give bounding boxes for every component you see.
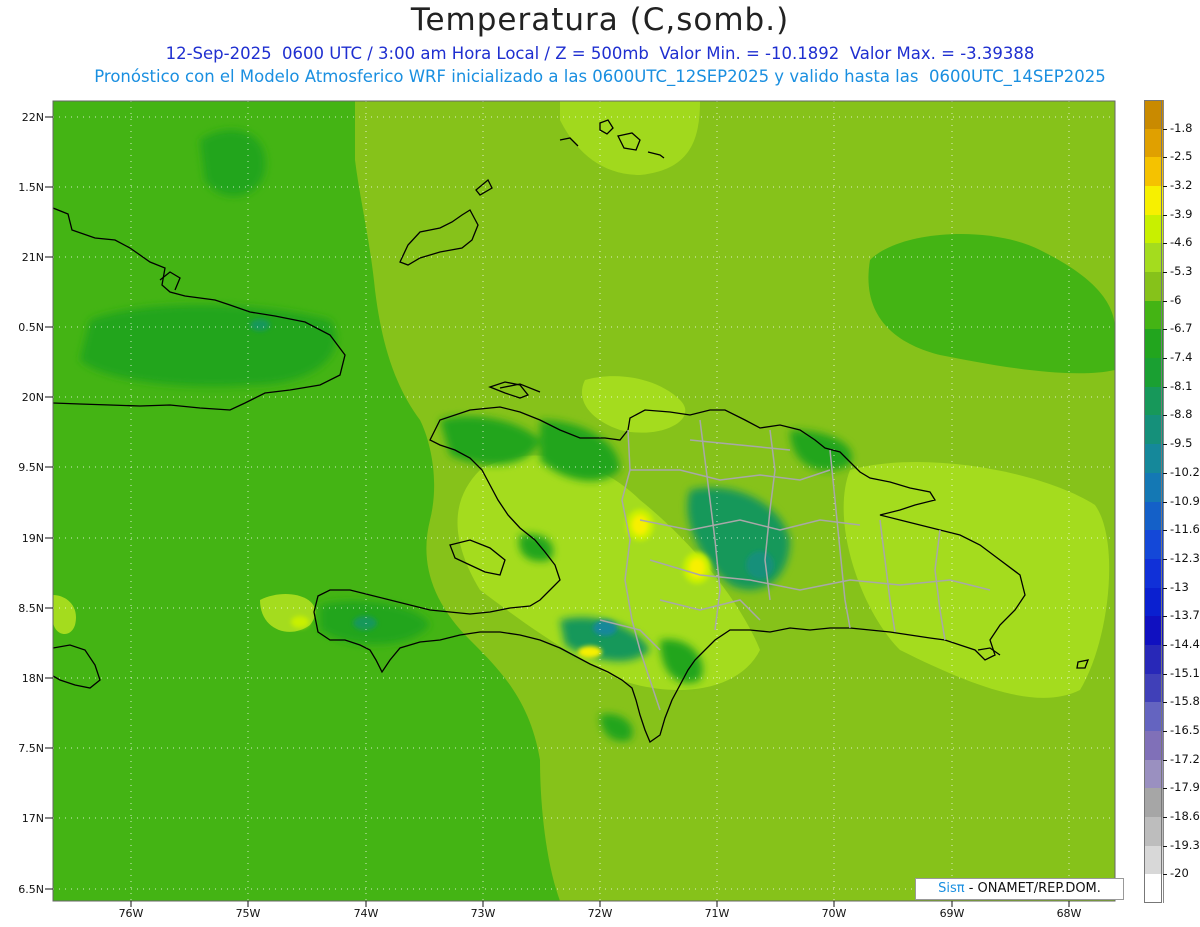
lat-label: 0.5N [18, 321, 44, 334]
colorbar-label: -18.6 [1170, 808, 1200, 823]
colorbar-tick [1163, 128, 1167, 130]
lon-label: 76W [119, 907, 144, 920]
colorbar-tick [1163, 702, 1167, 704]
colorbar-tick [1163, 214, 1167, 216]
colorbar-label: -14.4 [1170, 636, 1200, 651]
colorbar-label: -15.8 [1170, 694, 1200, 709]
colorbar-label: -8.1 [1170, 378, 1193, 393]
colorbar-tick [1163, 673, 1167, 675]
colorbar-label: -1.8 [1170, 120, 1193, 135]
colorbar-label: -8.8 [1170, 407, 1193, 422]
colorbar-tick [1163, 243, 1167, 245]
credit-box: Sisπ - ONAMET/REP.DOM. [915, 878, 1124, 900]
colorbar-tick [1163, 186, 1167, 188]
lon-label: 71W [705, 907, 730, 920]
colorbar-tick [1163, 616, 1167, 618]
colorbar-tick [1163, 272, 1167, 274]
lon-label: 69W [940, 907, 965, 920]
colorbar-tick [1163, 845, 1167, 847]
credit-text: - ONAMET/REP.DOM. [964, 881, 1101, 896]
lat-label: 19N [22, 532, 44, 545]
colorbar-tick [1163, 358, 1167, 360]
lat-label: 18N [22, 672, 44, 685]
lon-label: 73W [471, 907, 496, 920]
colorbar-tick [1163, 816, 1167, 818]
colorbar-tick [1163, 788, 1167, 790]
colorbar-tick [1163, 730, 1167, 732]
colorbar-tick [1163, 530, 1167, 532]
colorbar-label: -6.7 [1170, 321, 1193, 336]
colorbar-label: -20 [1170, 866, 1189, 881]
colorbar-tick [1163, 300, 1167, 302]
colorbar-label: -15.1 [1170, 665, 1200, 680]
longitude-axis: 76W 75W 74W 73W 72W 71W 70W 69W 68W [119, 907, 1082, 920]
lat-ticks [45, 116, 53, 890]
lon-label: 70W [822, 907, 847, 920]
colorbar-label: -16.5 [1170, 722, 1200, 737]
temperature-field [53, 101, 1115, 901]
colorbar-tick [1163, 415, 1167, 417]
lat-label: 21N [22, 251, 44, 264]
lon-label: 74W [354, 907, 379, 920]
lat-label: 22N [22, 111, 44, 124]
lat-label: 9.5N [18, 461, 44, 474]
colorbar-tick [1163, 472, 1167, 474]
lon-ticks [130, 901, 1070, 907]
colorbar-label: -3.9 [1170, 206, 1193, 221]
lon-label: 68W [1057, 907, 1082, 920]
colorbar-tick [1163, 386, 1167, 388]
colorbar-label: -7.4 [1170, 350, 1193, 365]
lat-label: 7.5N [18, 742, 44, 755]
latitude-axis: 22N 1.5N 21N 0.5N 20N 9.5N 19N 8.5N 18N … [18, 111, 44, 896]
colorbar-tick [1163, 157, 1167, 159]
lat-label: 6.5N [18, 883, 44, 896]
colorbar-label: -10.9 [1170, 493, 1200, 508]
colorbar-label: -3.2 [1170, 178, 1193, 193]
colorbar-tick [1163, 558, 1167, 560]
colorbar-tick [1163, 587, 1167, 589]
colorbar-tick [1163, 874, 1167, 876]
colorbar-label: -19.3 [1170, 837, 1200, 852]
colorbar-label: -10.2 [1170, 464, 1200, 479]
colorbar-label: -2.5 [1170, 149, 1193, 164]
colorbar-tick [1163, 444, 1167, 446]
colorbar-label: -4.6 [1170, 235, 1193, 250]
colorbar-label: -17.2 [1170, 751, 1200, 766]
lon-label: 75W [236, 907, 261, 920]
lat-label: 17N [22, 812, 44, 825]
colorbar-label: -9.5 [1170, 436, 1193, 451]
lon-label: 72W [588, 907, 613, 920]
colorbar-tick [1163, 644, 1167, 646]
colorbar-label: -11.6 [1170, 522, 1200, 537]
credit-brand: Sisπ [938, 881, 965, 896]
lat-label: 20N [22, 391, 44, 404]
temperature-map: 22N 1.5N 21N 0.5N 20N 9.5N 19N 8.5N 18N … [18, 100, 1116, 920]
colorbar-tick [1163, 329, 1167, 331]
lat-label: 8.5N [18, 602, 44, 615]
colorbar-label: -6 [1170, 292, 1182, 307]
colorbar-label: -17.9 [1170, 780, 1200, 795]
lat-label: 1.5N [18, 181, 44, 194]
colorbar-label: -13 [1170, 579, 1189, 594]
colorbar-tick [1163, 501, 1167, 503]
colorbar-tick [1163, 759, 1167, 761]
colorbar-frame [1144, 100, 1162, 903]
colorbar-label: -5.3 [1170, 264, 1193, 279]
colorbar-label: -13.7 [1170, 608, 1200, 623]
colorbar-label: -12.3 [1170, 550, 1200, 565]
